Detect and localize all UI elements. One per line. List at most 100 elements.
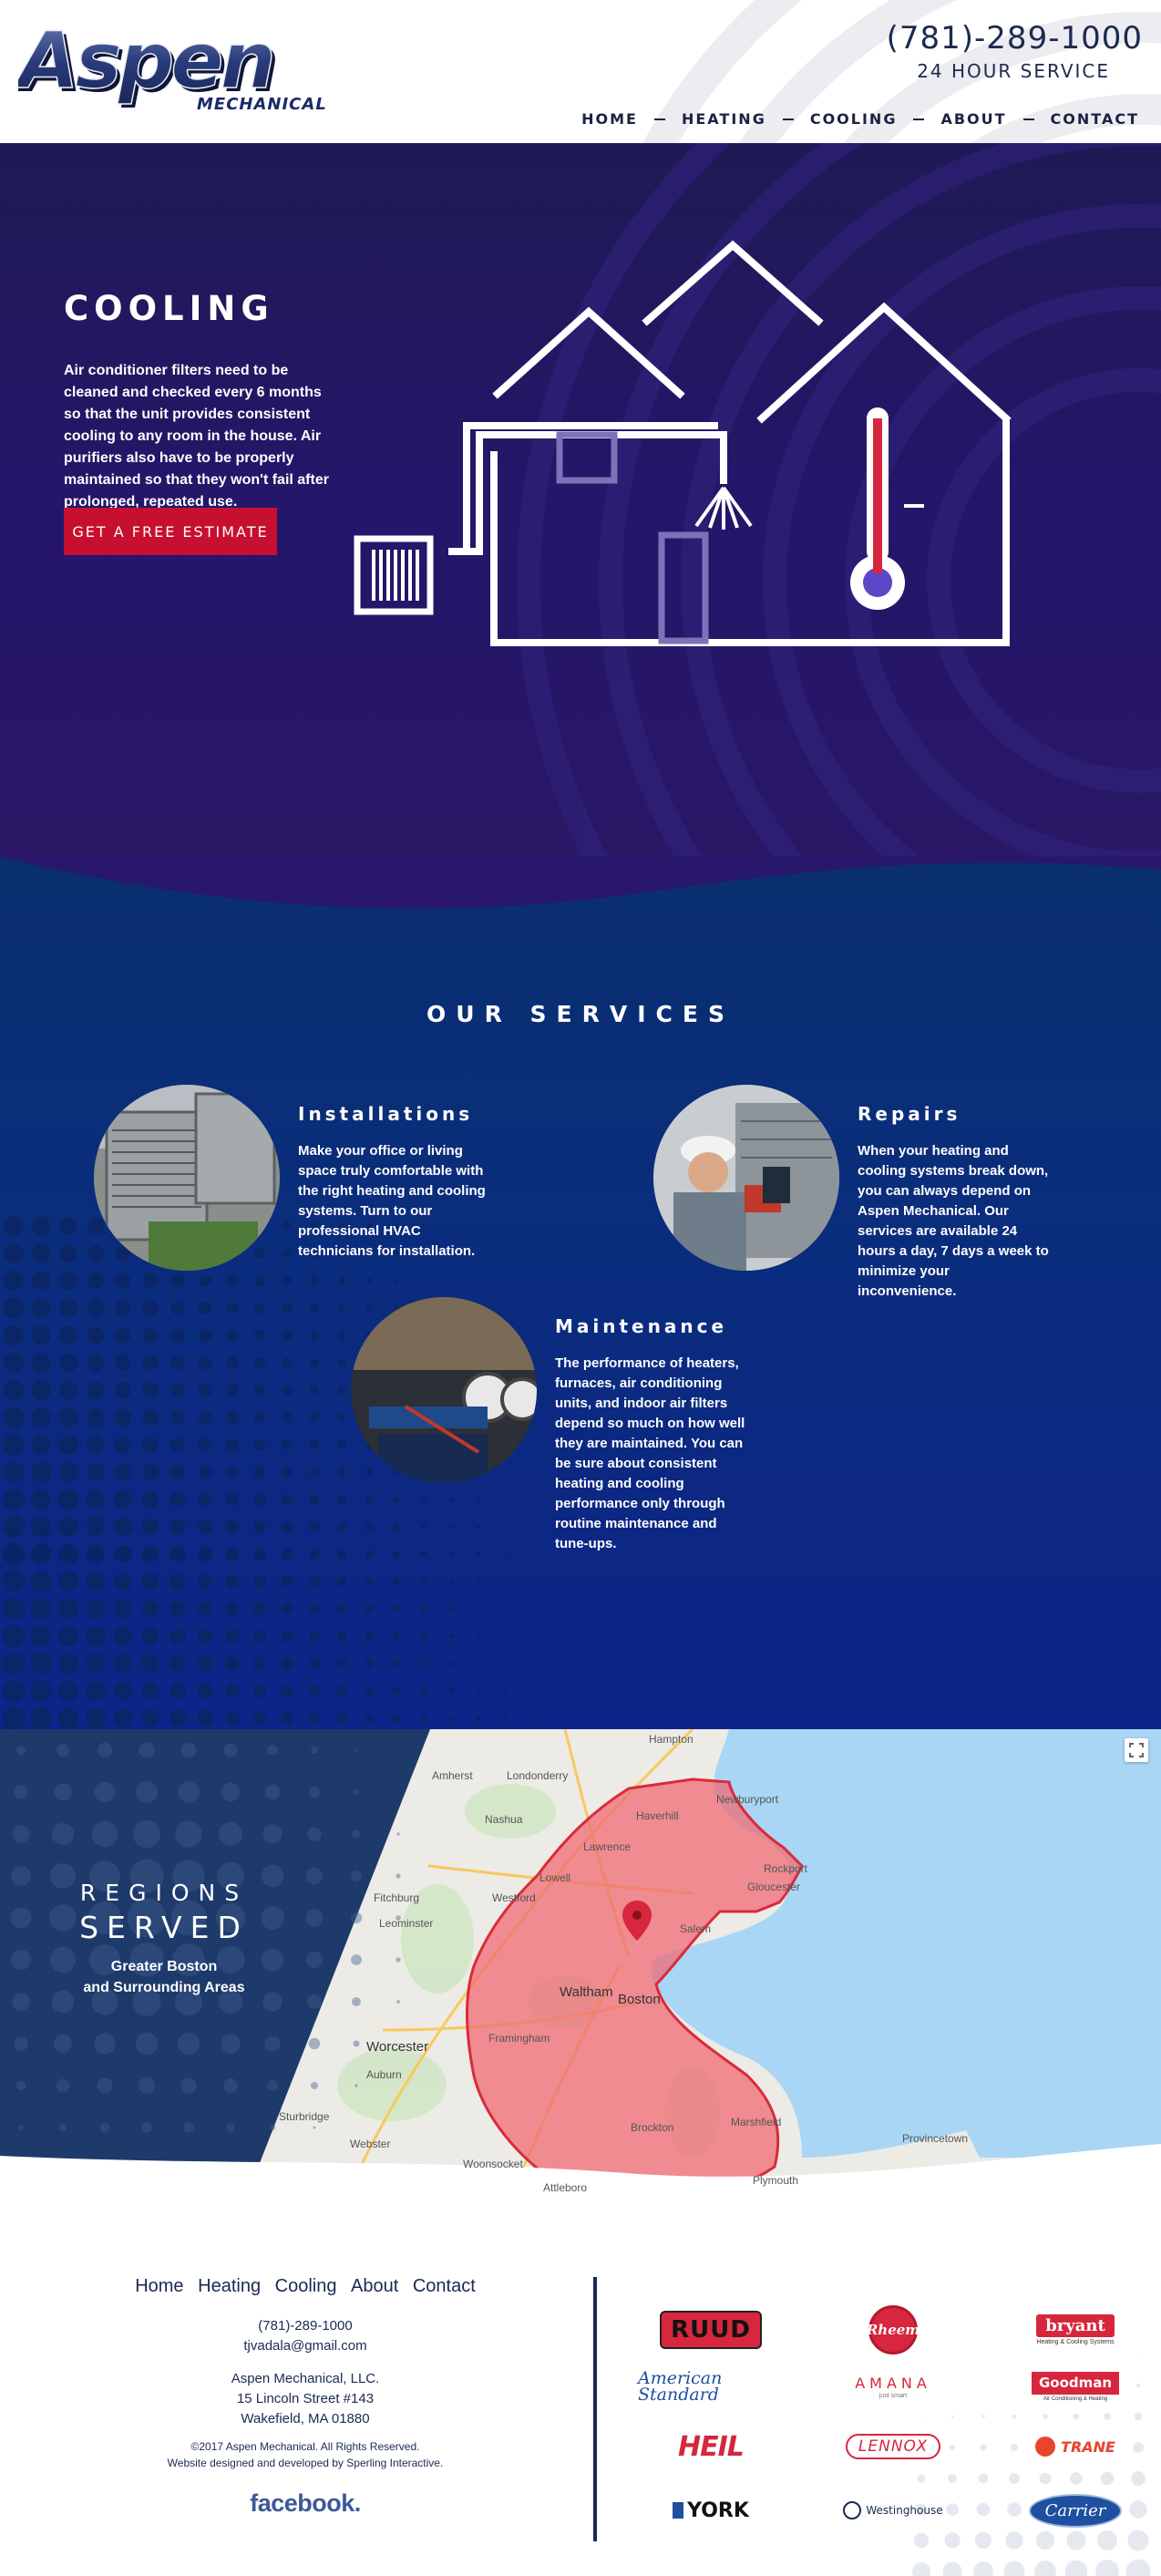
brand-goodman: Goodman Air Conditioning & Heating <box>1002 2364 1148 2409</box>
nav-separator <box>913 118 925 120</box>
hero-description: Air conditioner filters need to be clean… <box>64 363 329 510</box>
brand-bryant: bryant Heating & Cooling Systems <box>1036 2314 1115 2345</box>
nav-separator <box>1022 118 1034 120</box>
map-label-brockton: Brockton <box>631 2121 674 2134</box>
brand-heil: HEIL <box>678 2430 745 2463</box>
map-label-plymouth: Plymouth <box>753 2174 799 2187</box>
map-label-waltham: Waltham <box>560 1984 613 2000</box>
map-label-boston: Boston <box>618 1992 661 2007</box>
services-title: OUR SERVICES <box>426 1001 735 1027</box>
regions-served-heading: REGIONS SERVED Greater Boston and Surrou… <box>55 1880 273 1998</box>
map-label-woonsocket: Woonsocket <box>463 2158 523 2170</box>
footer-street: 15 Lincoln Street #143 <box>236 2391 375 2406</box>
service-description: The performance of heaters, furnaces, ai… <box>555 1355 745 1551</box>
svg-text:MECHANICAL: MECHANICAL <box>197 95 327 114</box>
brand-carrier: Carrier <box>1002 2488 1148 2533</box>
header-phone[interactable]: (781)-289-1000 <box>887 20 1143 57</box>
service-hours: 24 HOUR SERVICE <box>917 60 1110 82</box>
hero-section: COOLING Air conditioner filters need to … <box>0 143 1161 872</box>
ac-units-photo <box>94 1085 280 1271</box>
fullscreen-icon <box>1129 1743 1144 1757</box>
site-footer: Home Heating Cooling About Contact (781)… <box>0 2198 1161 2576</box>
map-label-sturbridge: Sturbridge <box>279 2110 330 2123</box>
map-label-hampton: Hampton <box>649 1733 694 1746</box>
services-section: OUR SERVICES Installations Make your off… <box>0 857 1161 1732</box>
house-thermostat-ac-icon <box>354 240 1012 646</box>
wave-divider <box>0 857 1161 909</box>
footer-nav-contact[interactable]: Contact <box>413 2276 476 2296</box>
map-label-londonderry: Londonderry <box>507 1769 569 1782</box>
brand-american-standard: American Standard <box>638 2368 723 2405</box>
map-label-lawrence: Lawrence <box>583 1840 632 1853</box>
footer-nav-home[interactable]: Home <box>135 2276 183 2296</box>
regions-line-2: SERVED <box>79 1910 249 1945</box>
map-label-attleboro: Attleboro <box>543 2181 588 2194</box>
page-title: COOLING <box>64 289 274 328</box>
regions-line-1: REGIONS <box>79 1880 249 1906</box>
map-label-nashua: Nashua <box>485 1813 523 1826</box>
map-label-haverhill: Haverhill <box>636 1809 679 1822</box>
footer-copyright: ©2017 Aspen Mechanical. All Rights Reser… <box>190 2440 420 2453</box>
footer-nav: Home Heating Cooling About Contact <box>0 2276 611 2297</box>
nav-home[interactable]: HOME <box>581 110 638 128</box>
footer-phone[interactable]: (781)-289-1000 <box>0 2316 611 2336</box>
map-label-gloucester: Gloucester <box>747 1880 801 1893</box>
footer-email[interactable]: tjvadala@gmail.com <box>0 2336 611 2356</box>
map-label-leominster: Leominster <box>379 1917 434 1930</box>
aspen-logo-graphic: Aspen Aspen MECHANICAL <box>12 15 327 114</box>
map-label-auburn: Auburn <box>366 2068 402 2081</box>
map-label-rockport: Rockport <box>764 1862 808 1875</box>
footer-nav-heating[interactable]: Heating <box>198 2276 261 2296</box>
map-label-webster: Webster <box>350 2138 391 2150</box>
regions-line-4: and Surrounding Areas <box>83 1980 245 1995</box>
footer-credit[interactable]: Website designed and developed by Sperli… <box>0 2455 611 2471</box>
main-nav: HOME HEATING COOLING ABOUT CONTACT <box>581 110 1139 128</box>
facebook-link[interactable]: facebook. <box>0 2489 611 2518</box>
footer-nav-about[interactable]: About <box>351 2276 398 2296</box>
regions-line-3: Greater Boston <box>110 1959 218 1974</box>
technician-repair-photo <box>653 1085 839 1271</box>
service-title: Repairs <box>858 1103 961 1125</box>
footer-city: Wakefield, MA 01880 <box>241 2411 370 2427</box>
map-label-framingham: Framingham <box>488 2032 550 2045</box>
brand-amana: AMANA just smart <box>855 2374 931 2399</box>
brand-rheem: Rheem <box>820 2305 966 2354</box>
nav-separator <box>653 118 665 120</box>
footer-contact-info: (781)-289-1000 tjvadala@gmail.com Aspen … <box>0 2316 611 2471</box>
service-description: When your heating and cooling systems br… <box>858 1143 1049 1299</box>
nav-separator <box>782 118 794 120</box>
brand-ruud: RUUD <box>638 2307 784 2353</box>
aspen-logo[interactable]: Aspen Aspen MECHANICAL <box>12 15 346 117</box>
nav-heating[interactable]: HEATING <box>682 110 766 128</box>
brand-logos: RUUD Rheem bryant Heating & Cooling Syst… <box>638 2305 1148 2553</box>
service-maintenance[interactable]: Maintenance The performance of heaters, … <box>351 1297 761 1571</box>
map-label-newburyport: Newburyport <box>716 1793 779 1806</box>
footer-company: Aspen Mechanical, LLC. <box>231 2371 380 2386</box>
site-header: Aspen Aspen MECHANICAL (781)-289-1000 24… <box>0 0 1161 143</box>
nav-about[interactable]: ABOUT <box>940 110 1006 128</box>
service-installations[interactable]: Installations Make your office or living… <box>94 1085 504 1285</box>
map-label-provincetown: Provincetown <box>902 2132 969 2145</box>
map-label-lowell: Lowell <box>539 1871 571 1884</box>
service-repairs[interactable]: Repairs When your heating and cooling sy… <box>653 1085 1063 1299</box>
map-label-amherst: Amherst <box>432 1769 473 1782</box>
gauges-maintenance-photo <box>351 1297 537 1483</box>
service-title: Maintenance <box>555 1315 728 1337</box>
brand-york: YORK <box>638 2488 784 2533</box>
free-estimate-button[interactable]: GET A FREE ESTIMATE <box>64 508 277 555</box>
map-label-fitchburg: Fitchburg <box>374 1891 420 1904</box>
regions-served-section: Hampton Amherst Londonderry Haverhill Ne… <box>0 1729 1161 2198</box>
nav-cooling[interactable]: COOLING <box>810 110 898 128</box>
nav-contact[interactable]: CONTACT <box>1051 110 1139 128</box>
map-label-worcester: Worcester <box>366 2039 429 2055</box>
brand-lennox: LENNOX <box>820 2424 966 2469</box>
map-label-westford: Westford <box>492 1891 536 1904</box>
map-fullscreen-button[interactable] <box>1125 1738 1148 1762</box>
map-label-marshfield: Marshfield <box>731 2116 782 2128</box>
footer-divider <box>593 2277 597 2541</box>
brand-trane: TRANE <box>1002 2424 1148 2469</box>
footer-nav-cooling[interactable]: Cooling <box>275 2276 337 2296</box>
brand-westinghouse: Westinghouse <box>820 2488 966 2533</box>
map-label-salem: Salem <box>680 1922 712 1935</box>
service-title: Installations <box>298 1103 474 1125</box>
